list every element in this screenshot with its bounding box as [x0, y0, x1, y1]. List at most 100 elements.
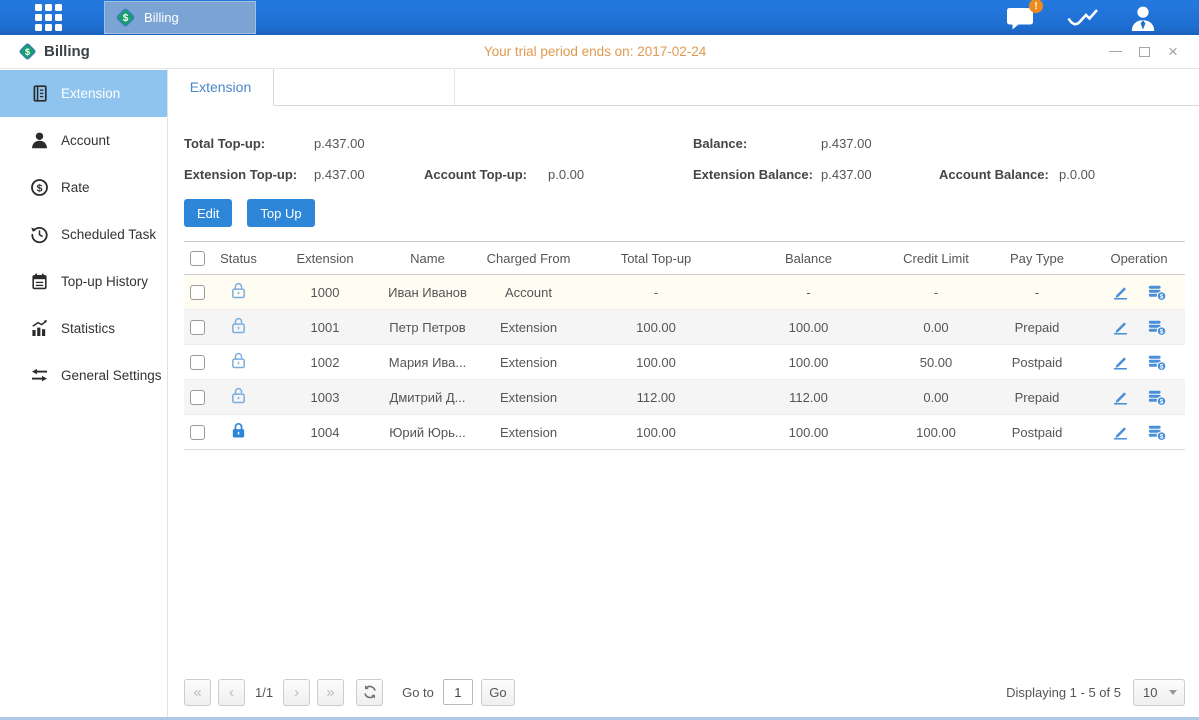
edit-pencil-icon[interactable]	[1111, 388, 1130, 407]
status-lock-icon[interactable]	[230, 421, 247, 440]
col-operation: Operation	[1093, 242, 1185, 275]
sidebar-label: Rate	[61, 180, 90, 195]
table-row: 1001 Петр Петров Extension 100.00 100.00…	[184, 310, 1185, 345]
top-up-coins-icon[interactable]: $	[1147, 423, 1167, 442]
account-topup-label: Account Top-up:	[424, 167, 548, 182]
top-up-coins-icon[interactable]: $	[1147, 318, 1167, 337]
sidebar-item-rate[interactable]: $ Rate	[0, 164, 167, 211]
pay-type-cell: Postpaid	[981, 345, 1093, 380]
lock-open-icon	[230, 281, 247, 300]
col-credit-limit: Credit Limit	[891, 242, 981, 275]
row-checkbox[interactable]	[190, 320, 205, 335]
top-up-button[interactable]: Top Up	[247, 199, 314, 227]
name-cell: Юрий Юрь...	[384, 415, 471, 450]
top-up-coins-icon[interactable]: $	[1147, 388, 1167, 407]
prev-page-button[interactable]: ‹	[218, 679, 245, 706]
sidebar-label: Extension	[61, 86, 120, 101]
pagination-bar: « ‹ 1/1 › » Go to Go Displaying	[184, 677, 1185, 707]
lock-closed-icon	[230, 421, 247, 440]
goto-page-input[interactable]	[443, 679, 473, 705]
account-balance-value: p.0.00	[1059, 167, 1095, 182]
account-balance-label: Account Balance:	[939, 167, 1059, 182]
balance-value: p.437.00	[821, 136, 872, 151]
edit-pencil-icon[interactable]	[1111, 423, 1130, 442]
sidebar-label: Scheduled Task	[61, 227, 156, 242]
top-up-coins-icon[interactable]: $	[1147, 353, 1167, 372]
balance-cell: 100.00	[726, 415, 891, 450]
sidebar-item-scheduled-task[interactable]: Scheduled Task	[0, 211, 167, 258]
refresh-button[interactable]	[356, 679, 383, 706]
sidebar: Extension Account $ Rate	[0, 69, 168, 717]
edit-pencil-icon[interactable]	[1111, 283, 1130, 302]
svg-text:$: $	[1160, 433, 1164, 440]
status-lock-icon[interactable]	[230, 281, 247, 300]
edit-pencil-icon[interactable]	[1111, 318, 1130, 337]
extension-balance-label: Extension Balance:	[693, 167, 821, 182]
balance-cell: 112.00	[726, 380, 891, 415]
messages-icon[interactable]: !	[1006, 5, 1036, 30]
edit-pencil-icon[interactable]	[1111, 353, 1130, 372]
name-cell: Мария Ива...	[384, 345, 471, 380]
sidebar-item-account[interactable]: Account	[0, 117, 167, 164]
last-page-button[interactable]: »	[317, 679, 344, 706]
sidebar-item-statistics[interactable]: Statistics	[0, 305, 167, 352]
window-title: Billing	[44, 43, 90, 60]
taskbar-billing-tab[interactable]: $ Billing	[104, 1, 256, 34]
col-extension: Extension	[266, 242, 384, 275]
window-titlebar: $ Billing Your trial period ends on: 201…	[0, 35, 1199, 69]
credit-limit-cell: -	[891, 275, 981, 310]
svg-text:$: $	[123, 13, 129, 24]
select-all-checkbox[interactable]	[190, 251, 205, 266]
rate-dollar-icon: $	[30, 178, 49, 197]
total-topup-cell: -	[586, 275, 726, 310]
charged-from-cell: Extension	[471, 310, 586, 345]
page-size-select[interactable]: 10	[1133, 679, 1185, 706]
edit-button[interactable]: Edit	[184, 199, 232, 227]
extension-cell: 1002	[266, 345, 384, 380]
displaying-info: Displaying 1 - 5 of 5	[1006, 685, 1121, 700]
total-topup-cell: 100.00	[586, 415, 726, 450]
billing-app-window: $ Billing !	[0, 0, 1199, 720]
row-checkbox[interactable]	[190, 390, 205, 405]
sidebar-label: General Settings	[61, 368, 162, 383]
row-checkbox[interactable]	[190, 355, 205, 370]
svg-text:$: $	[1160, 398, 1164, 405]
row-checkbox[interactable]	[190, 285, 205, 300]
next-page-button[interactable]: ›	[283, 679, 310, 706]
sidebar-label: Top-up History	[61, 274, 148, 289]
sidebar-item-general-settings[interactable]: General Settings	[0, 352, 167, 399]
taskbar-tab-label: Billing	[144, 10, 179, 25]
user-account-icon[interactable]	[1129, 5, 1157, 31]
tab-extension[interactable]: Extension	[168, 69, 274, 106]
statistics-chart-icon[interactable]	[1066, 6, 1099, 30]
status-lock-icon[interactable]	[230, 351, 247, 370]
minimize-button[interactable]	[1107, 44, 1123, 60]
topup-history-ledger-icon	[30, 272, 49, 291]
row-checkbox[interactable]	[190, 425, 205, 440]
general-settings-sliders-icon	[30, 366, 49, 385]
top-up-coins-icon[interactable]: $	[1147, 283, 1167, 302]
statistics-bars-icon	[30, 319, 49, 338]
table-row: 1000 Иван Иванов Account - - - -	[184, 275, 1185, 310]
credit-limit-cell: 0.00	[891, 310, 981, 345]
go-button[interactable]: Go	[481, 679, 515, 706]
charged-from-cell: Extension	[471, 380, 586, 415]
balance-label: Balance:	[693, 136, 821, 151]
charged-from-cell: Extension	[471, 345, 586, 380]
maximize-button[interactable]	[1136, 44, 1152, 60]
table-row: 1002 Мария Ива... Extension 100.00 100.0…	[184, 345, 1185, 380]
billing-diamond-icon-small: $	[18, 42, 37, 61]
status-lock-icon[interactable]	[230, 386, 247, 405]
status-lock-icon[interactable]	[230, 316, 247, 335]
apps-grid-icon[interactable]	[35, 4, 62, 31]
first-page-button[interactable]: «	[184, 679, 211, 706]
close-button[interactable]: ×	[1165, 44, 1181, 60]
balance-summary: Total Top-up: p.437.00 Extension Top-up:…	[184, 106, 1185, 190]
extension-cell: 1001	[266, 310, 384, 345]
svg-text:$: $	[1160, 328, 1164, 335]
sidebar-item-topup-history[interactable]: Top-up History	[0, 258, 167, 305]
sidebar-item-extension[interactable]: Extension	[0, 70, 167, 117]
svg-text:$: $	[25, 47, 30, 57]
notification-badge: !	[1029, 0, 1043, 13]
balance-cell: 100.00	[726, 310, 891, 345]
